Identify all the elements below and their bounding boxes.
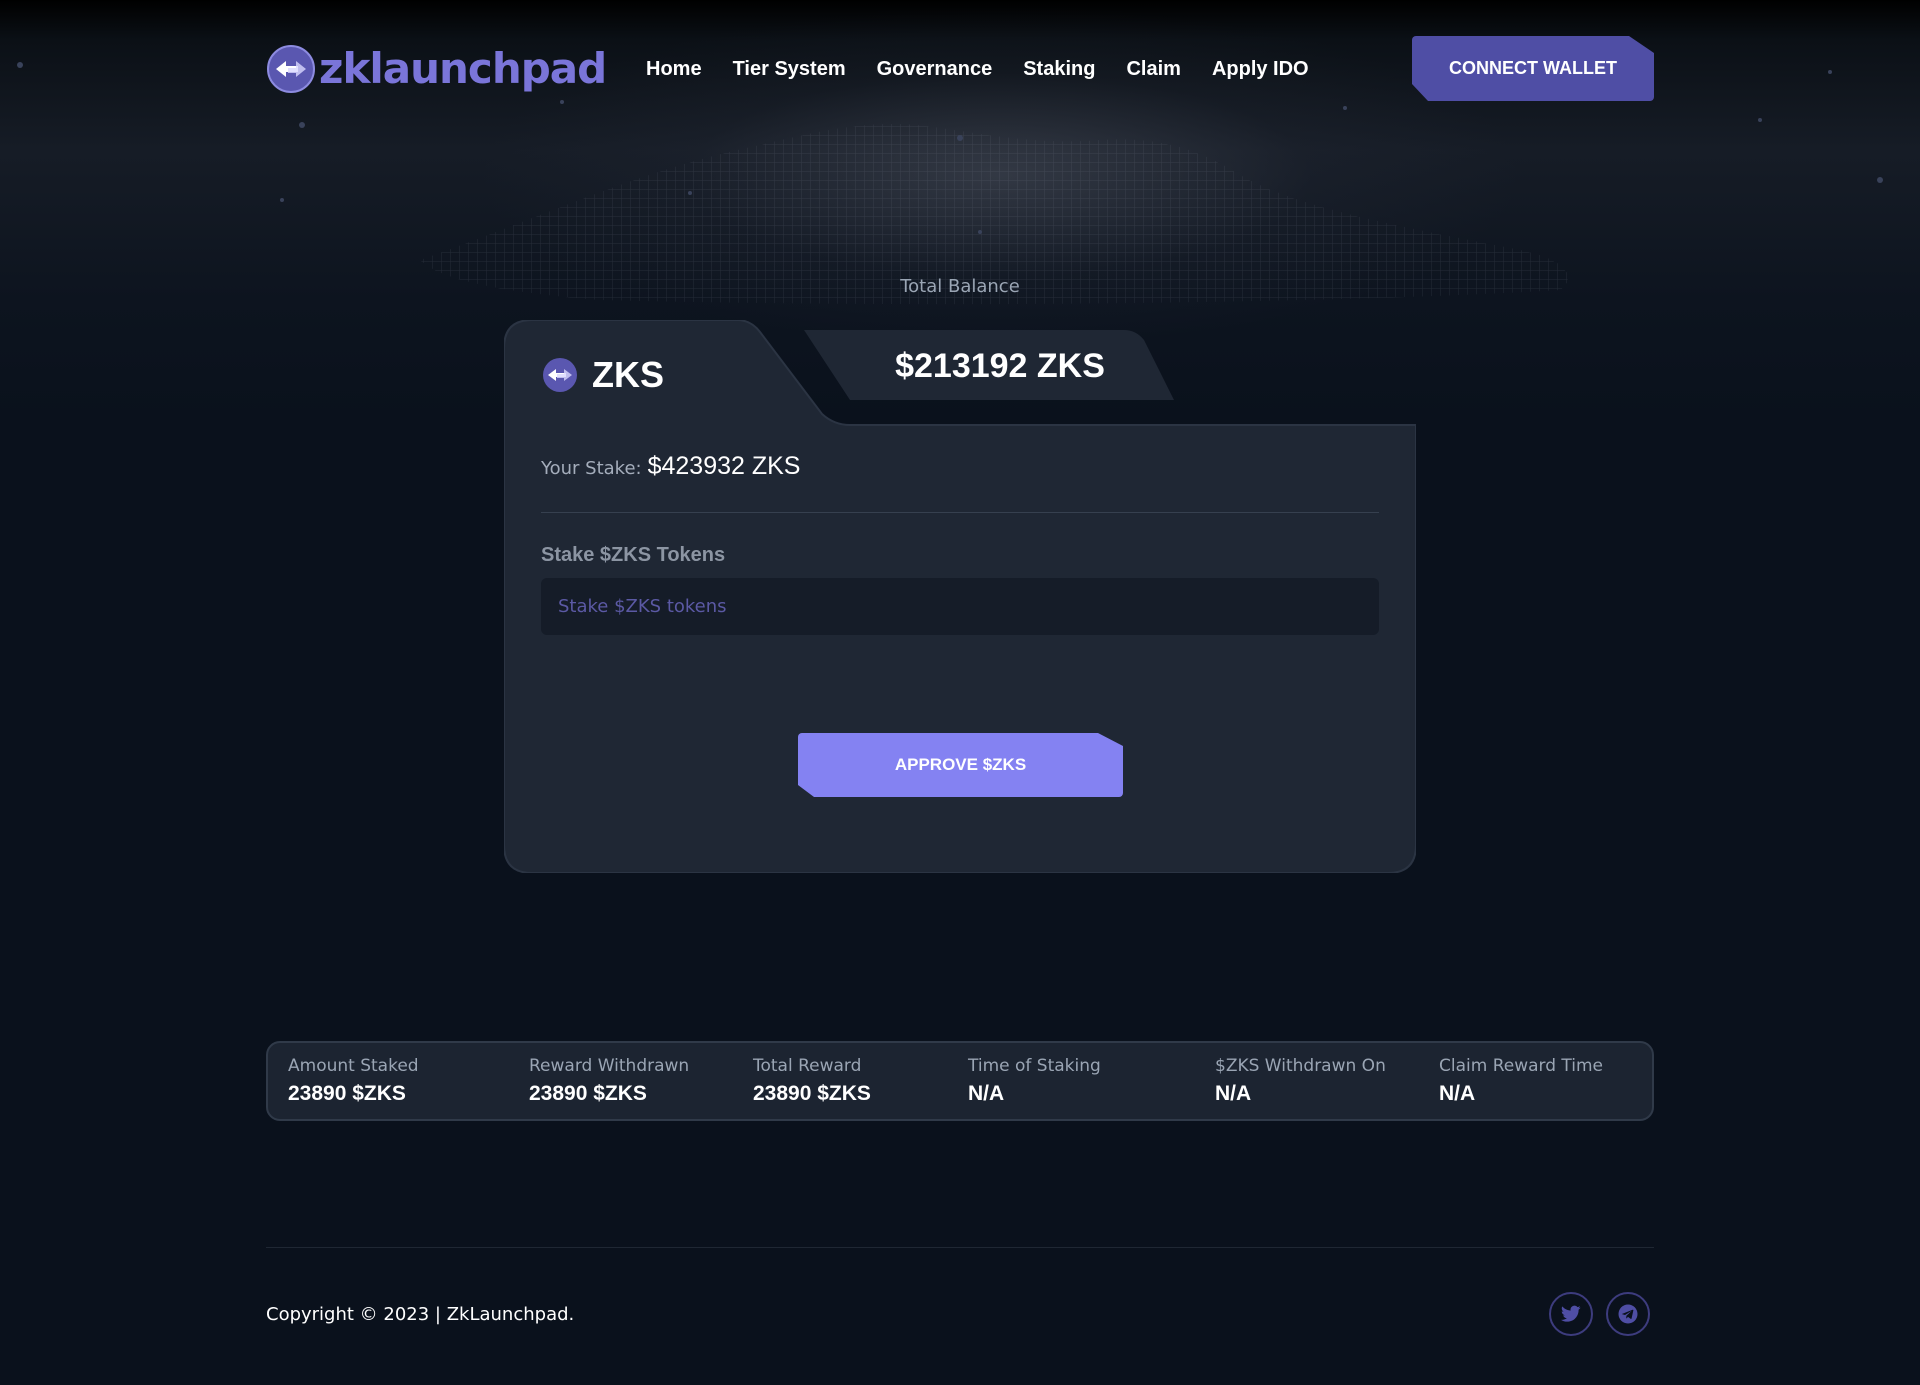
stat-value: N/A	[1439, 1082, 1476, 1105]
stake-section-title: Stake $ZKS Tokens	[541, 544, 726, 566]
your-stake-value: $423932 ZKS	[647, 452, 801, 480]
twitter-icon	[1561, 1305, 1581, 1322]
telegram-icon	[1618, 1304, 1638, 1324]
stat-label: Time of Staking	[968, 1056, 1101, 1076]
telegram-link[interactable]	[1606, 1292, 1650, 1336]
stat-time-of-staking: Time of Staking N/A	[968, 1055, 1101, 1106]
token-symbol: ZKS	[592, 354, 664, 395]
nav-claim[interactable]: Claim	[1126, 52, 1180, 86]
approve-zks-button[interactable]: APPROVE $ZKS	[798, 733, 1123, 797]
nav-governance[interactable]: Governance	[877, 52, 993, 86]
zk-logo-icon	[267, 45, 315, 93]
nav-apply-ido[interactable]: Apply IDO	[1212, 52, 1309, 86]
brand-logo[interactable]: zklaunchpad	[266, 44, 607, 94]
staking-stats-bar: Amount Staked 23890 $ZKS Reward Withdraw…	[266, 1041, 1654, 1121]
main-nav: Home Tier System Governance Staking Clai…	[646, 52, 1309, 86]
stat-reward-withdrawn: Reward Withdrawn 23890 $ZKS	[529, 1055, 689, 1106]
nav-staking[interactable]: Staking	[1023, 52, 1095, 86]
footer-divider	[266, 1247, 1654, 1248]
stat-amount-staked: Amount Staked 23890 $ZKS	[288, 1055, 419, 1106]
staking-card: ZKS $213192 ZKS Your Stake: $423932 ZKS …	[504, 320, 1416, 873]
stat-claim-reward-time: Claim Reward Time N/A	[1439, 1055, 1603, 1106]
stat-value: 23890 $ZKS	[529, 1082, 647, 1105]
total-balance-value: $213192 ZKS	[895, 347, 1105, 385]
your-stake-label: Your Stake:	[541, 458, 642, 479]
stat-label: Amount Staked	[288, 1056, 419, 1076]
stat-label: Claim Reward Time	[1439, 1056, 1604, 1076]
connect-wallet-button[interactable]: CONNECT WALLET	[1412, 36, 1654, 101]
copyright-text: Copyright © 2023 | ZkLaunchpad.	[266, 1304, 575, 1325]
token-header: ZKS	[542, 354, 664, 396]
stat-label: Total Reward	[753, 1056, 862, 1076]
stat-value: N/A	[1215, 1082, 1252, 1105]
nav-tier-system[interactable]: Tier System	[733, 52, 846, 86]
stat-value: 23890 $ZKS	[753, 1082, 871, 1105]
total-balance-label: Total Balance	[900, 276, 1020, 297]
twitter-link[interactable]	[1549, 1292, 1593, 1336]
stat-value: N/A	[968, 1082, 1005, 1105]
nav-home[interactable]: Home	[646, 52, 702, 86]
brand-name: zklaunchpad	[319, 44, 607, 93]
stat-label: $ZKS Withdrawn On	[1215, 1056, 1386, 1076]
stat-value: 23890 $ZKS	[288, 1082, 406, 1105]
divider	[541, 512, 1379, 513]
stat-label: Reward Withdrawn	[529, 1056, 690, 1076]
zks-token-icon	[543, 358, 577, 392]
your-stake: Your Stake: $423932 ZKS	[541, 452, 801, 481]
stake-amount-input[interactable]	[541, 578, 1379, 635]
stat-total-reward: Total Reward 23890 $ZKS	[753, 1055, 871, 1106]
stat-zks-withdrawn-on: $ZKS Withdrawn On N/A	[1215, 1055, 1386, 1106]
